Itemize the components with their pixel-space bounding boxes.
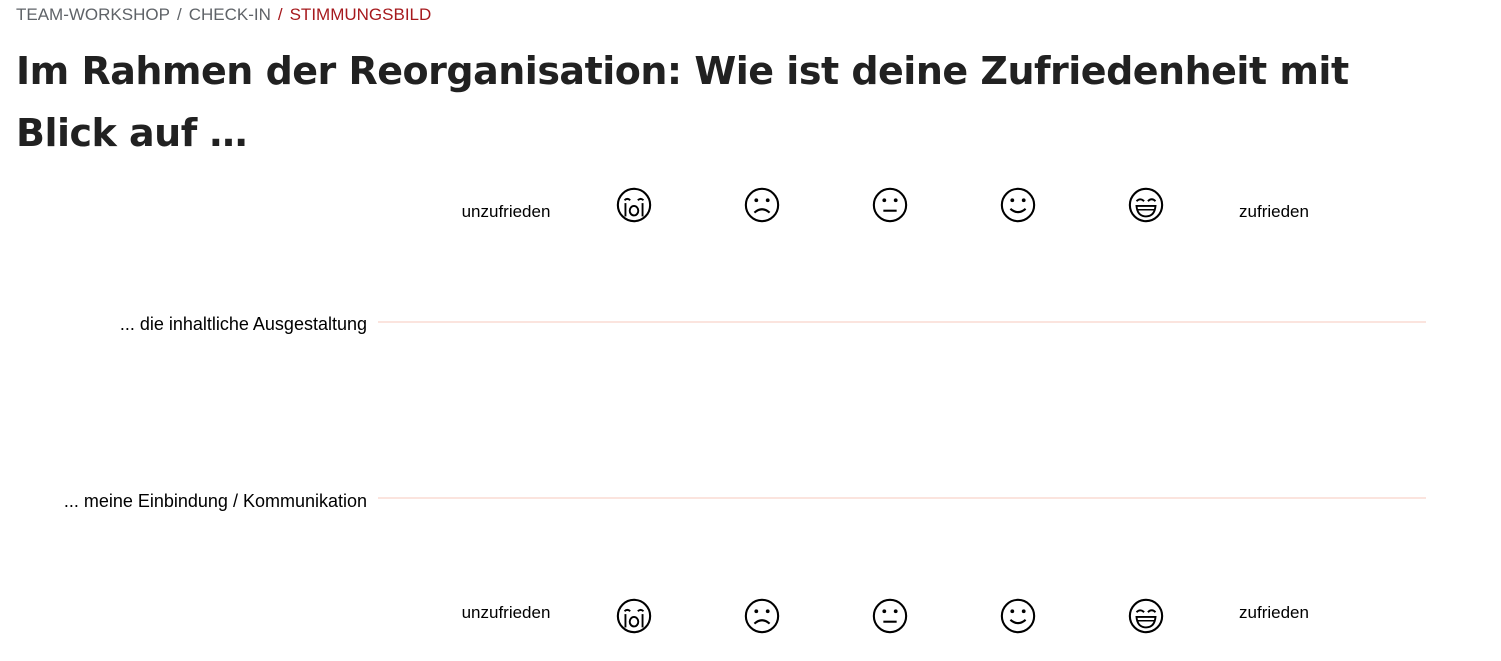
crying-face-icon <box>615 597 653 635</box>
neutral-face-icon <box>871 597 909 635</box>
frowning-face-icon <box>743 186 781 224</box>
scale-right-label: zufrieden <box>1239 202 1309 221</box>
smiling-face-icon <box>999 186 1037 224</box>
page-title: Im Rahmen der Reorganisation: Wie ist de… <box>16 49 1349 155</box>
breadcrumb-item-check-in[interactable]: CHECK-IN <box>189 5 271 24</box>
scale-right-label: zufrieden <box>1239 603 1309 622</box>
neutral-face-icon <box>871 186 909 224</box>
frowning-face-icon <box>743 597 781 635</box>
smiling-face-icon <box>999 597 1037 635</box>
grinning-face-icon <box>1127 186 1165 224</box>
rating-slider-track[interactable] <box>378 497 1426 499</box>
rating-slider-track[interactable] <box>378 321 1426 323</box>
grinning-face-icon <box>1127 597 1165 635</box>
breadcrumb-item-stimmungsbild: STIMMUNGSBILD <box>289 5 432 24</box>
scale-left-label: unzufrieden <box>461 603 551 622</box>
scale-left-label: unzufrieden <box>461 202 551 221</box>
row-label: ... die inhaltliche Ausgestaltung <box>119 314 367 334</box>
row-label: ... meine Einbindung / Kommunikation <box>63 491 367 511</box>
breadcrumb-separator: / <box>277 5 283 24</box>
breadcrumb-separator: / <box>176 5 182 24</box>
breadcrumb-item-team-workshop[interactable]: TEAM-WORKSHOP <box>16 5 170 24</box>
breadcrumb: TEAM-WORKSHOP / CHECK-IN / STIMMUNGSBILD <box>16 5 431 25</box>
crying-face-icon <box>615 186 653 224</box>
